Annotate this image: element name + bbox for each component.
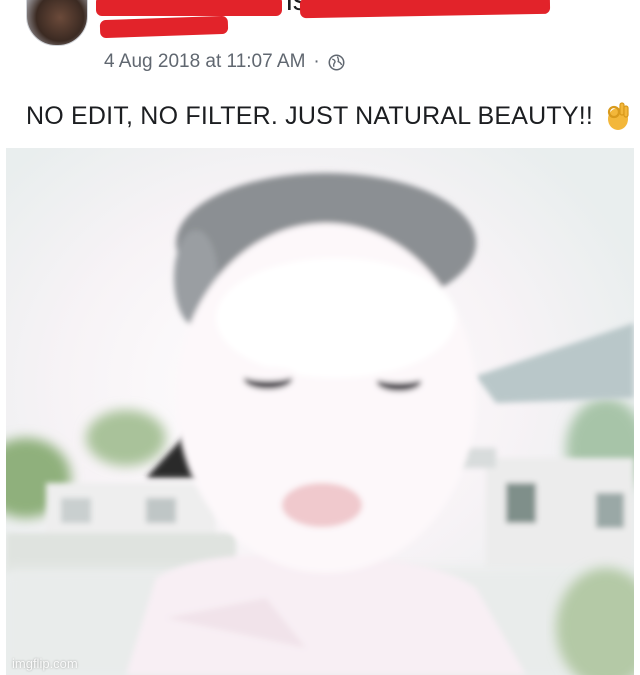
author-avatar[interactable] [26, 0, 88, 46]
photo-scene [6, 148, 634, 675]
post-timestamp[interactable]: 4 Aug 2018 at 11:07 AM [104, 51, 305, 73]
post-photo[interactable]: imgflip.com [6, 148, 634, 675]
globe-icon[interactable] [328, 54, 345, 71]
redaction-second-line [99, 15, 229, 39]
redaction-name [96, 0, 282, 16]
timestamp-row: 4 Aug 2018 at 11:07 AM · [104, 50, 345, 74]
person [126, 173, 526, 675]
post-header: is with 4 Aug 2018 at 11:07 AM · [0, 0, 640, 82]
post-caption: NO EDIT, NO FILTER. JUST NATURAL BEAUTY!… [26, 96, 631, 136]
caption-text: NO EDIT, NO FILTER. JUST NATURAL BEAUTY!… [26, 101, 594, 130]
meta-separator: · [313, 51, 320, 72]
ok-hand-icon [607, 102, 629, 130]
imgflip-watermark: imgflip.com [12, 656, 78, 671]
